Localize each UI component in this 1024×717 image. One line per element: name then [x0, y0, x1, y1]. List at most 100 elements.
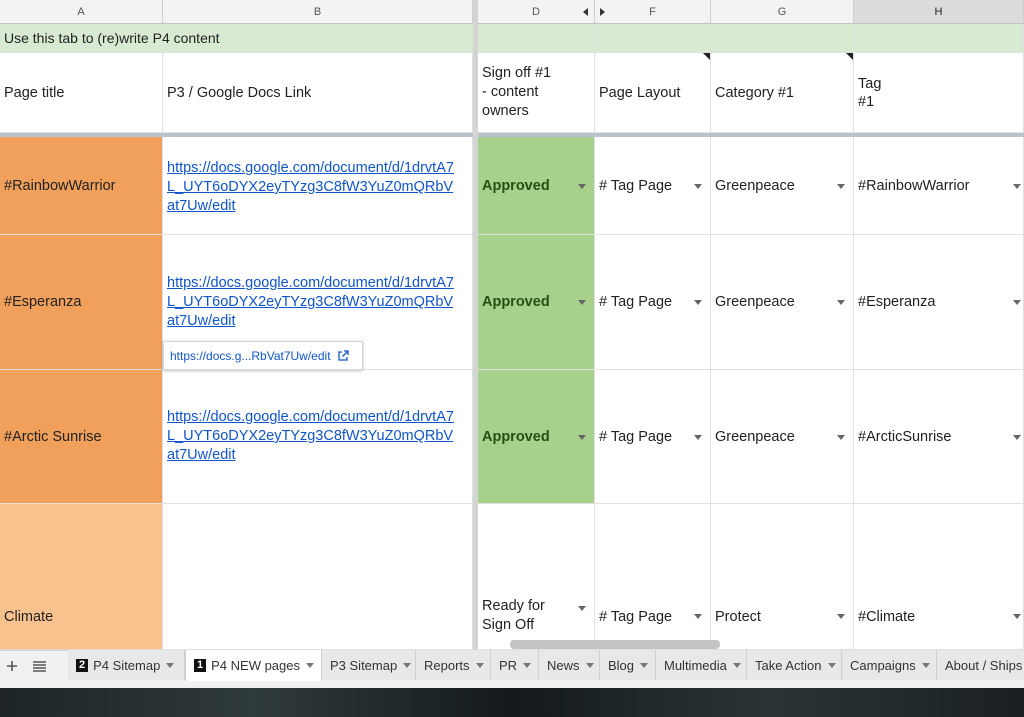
banner-cell-d[interactable] [478, 24, 595, 53]
chevron-down-icon[interactable] [827, 662, 836, 668]
chevron-down-icon[interactable] [732, 662, 741, 668]
column-header-f[interactable]: F [595, 0, 711, 24]
header-layout[interactable]: Page Layout [595, 53, 711, 133]
collapse-left-icon[interactable] [583, 8, 588, 16]
row1-signoff[interactable]: Approved [478, 137, 595, 235]
header-signoff-line3: owners [482, 103, 529, 119]
chevron-down-icon[interactable] [475, 662, 484, 668]
tab-blog[interactable]: Blog [600, 650, 656, 680]
row1-layout[interactable]: # Tag Page [595, 137, 711, 235]
dropdown-arrow-icon[interactable] [694, 614, 702, 619]
header-tag[interactable]: Tag #1 [854, 53, 1024, 133]
dropdown-arrow-icon[interactable] [578, 434, 586, 440]
add-sheet-button[interactable] [3, 655, 21, 677]
row1-link-line2[interactable]: L_UYT6oDYX2eyTYzg3C8fW3YuZ0mQRbV [167, 178, 453, 197]
header-link[interactable]: P3 / Google Docs Link [163, 53, 473, 133]
tab-news-label: News [547, 657, 580, 673]
expand-right-icon[interactable] [600, 8, 605, 16]
header-signoff[interactable]: Sign off #1 - content owners [478, 53, 595, 133]
column-header-d[interactable]: D [478, 0, 595, 24]
link-preview-tooltip[interactable]: https://docs.g...RbVat7Uw/edit [163, 341, 363, 370]
column-header-h[interactable]: H [854, 0, 1024, 24]
tab-news[interactable]: News [539, 650, 600, 680]
row1-tag[interactable]: #RainbowWarrior [854, 137, 1024, 235]
dropdown-arrow-icon[interactable] [1013, 183, 1021, 189]
dropdown-arrow-icon[interactable] [1013, 300, 1021, 305]
open-external-icon[interactable] [337, 349, 349, 362]
dropdown-arrow-icon[interactable] [837, 300, 845, 305]
banner-cell-f[interactable] [595, 24, 711, 53]
all-sheets-button[interactable] [30, 655, 48, 677]
tab-multimedia[interactable]: Multimedia [656, 650, 747, 680]
dropdown-arrow-icon[interactable] [837, 434, 845, 440]
column-header-d-label: D [532, 5, 540, 18]
frozen-column-divider[interactable] [473, 0, 478, 650]
dropdown-arrow-icon[interactable] [694, 183, 702, 189]
row1-link-line1[interactable]: https://docs.google.com/document/d/1drvt… [167, 159, 454, 178]
tab-about-ships[interactable]: About / Ships [937, 650, 1024, 680]
row3-layout[interactable]: # Tag Page [595, 370, 711, 504]
dropdown-arrow-icon[interactable] [694, 434, 702, 440]
tab-pr[interactable]: PR [491, 650, 539, 680]
tab-p4-new-pages[interactable]: 1 P4 NEW pages [185, 650, 322, 681]
row2-signoff[interactable]: Approved [478, 235, 595, 370]
chevron-down-icon[interactable] [306, 663, 314, 668]
dropdown-arrow-icon[interactable] [1013, 434, 1021, 440]
horizontal-scrollbar[interactable] [510, 640, 720, 649]
dropdown-arrow-icon[interactable] [578, 183, 586, 189]
tab-reports[interactable]: Reports [416, 650, 491, 680]
dropdown-arrow-icon[interactable] [578, 606, 586, 611]
row2-link-line3[interactable]: at7Uw/edit [167, 312, 236, 331]
chevron-down-icon[interactable] [921, 662, 930, 668]
row4-signoff[interactable]: Ready for Sign Off [478, 504, 595, 650]
row3-title[interactable]: #Arctic Sunrise [0, 370, 163, 504]
header-page-title[interactable]: Page title [0, 53, 163, 133]
row3-link-line3[interactable]: at7Uw/edit [167, 446, 236, 465]
row1-title[interactable]: #RainbowWarrior [0, 137, 163, 235]
column-header-b[interactable]: B [163, 0, 473, 24]
tab-p3-sitemap[interactable]: P3 Sitemap [322, 650, 416, 680]
chevron-down-icon[interactable] [523, 662, 532, 668]
chevron-down-icon[interactable] [403, 662, 412, 668]
row3-category[interactable]: Greenpeace [711, 370, 854, 504]
row1-link-line3[interactable]: at7Uw/edit [167, 197, 236, 216]
row2-category[interactable]: Greenpeace [711, 235, 854, 370]
row3-tag[interactable]: #ArcticSunrise [854, 370, 1024, 504]
row2-title[interactable]: #Esperanza [0, 235, 163, 370]
header-category[interactable]: Category #1 [711, 53, 854, 133]
dropdown-arrow-icon[interactable] [694, 300, 702, 305]
row1-link[interactable]: https://docs.google.com/document/d/1drvt… [163, 137, 473, 235]
column-header-a[interactable]: A [0, 0, 163, 24]
dropdown-arrow-icon[interactable] [837, 183, 845, 189]
row4-title[interactable]: Climate [0, 504, 163, 650]
tab-take-action[interactable]: Take Action [747, 650, 842, 680]
row3-link[interactable]: https://docs.google.com/document/d/1drvt… [163, 370, 473, 504]
row2-tag[interactable]: #Esperanza [854, 235, 1024, 370]
row3-link-line1[interactable]: https://docs.google.com/document/d/1drvt… [167, 408, 454, 427]
banner-cell-h[interactable] [854, 24, 1024, 53]
tab-p4-sitemap[interactable]: 2 P4 Sitemap [68, 650, 185, 680]
tab-campaigns[interactable]: Campaigns [842, 650, 937, 680]
row2-layout[interactable]: # Tag Page [595, 235, 711, 370]
row4-tag[interactable]: #Climate [854, 504, 1024, 650]
row3-link-line2[interactable]: L_UYT6oDYX2eyTYzg3C8fW3YuZ0mQRbV [167, 427, 453, 446]
column-header-g[interactable]: G [711, 0, 854, 24]
dropdown-arrow-icon[interactable] [837, 614, 845, 619]
banner-cell-g[interactable] [711, 24, 854, 53]
row1-title-text: #RainbowWarrior [4, 177, 116, 194]
list-icon [32, 660, 46, 672]
row4-link[interactable] [163, 504, 473, 650]
chevron-down-icon[interactable] [640, 662, 649, 668]
dropdown-arrow-icon[interactable] [578, 300, 586, 305]
link-preview-text[interactable]: https://docs.g...RbVat7Uw/edit [170, 349, 331, 363]
row4-category[interactable]: Protect [711, 504, 854, 650]
row1-category[interactable]: Greenpeace [711, 137, 854, 235]
row2-link-line2[interactable]: L_UYT6oDYX2eyTYzg3C8fW3YuZ0mQRbV [167, 293, 453, 312]
banner-cell[interactable]: Use this tab to (re)write P4 content [0, 24, 473, 53]
row2-link-line1[interactable]: https://docs.google.com/document/d/1drvt… [167, 274, 454, 293]
row4-layout[interactable]: # Tag Page [595, 504, 711, 650]
chevron-down-icon[interactable] [166, 662, 175, 668]
dropdown-arrow-icon[interactable] [1013, 614, 1021, 619]
row3-signoff[interactable]: Approved [478, 370, 595, 504]
chevron-down-icon[interactable] [585, 662, 594, 668]
